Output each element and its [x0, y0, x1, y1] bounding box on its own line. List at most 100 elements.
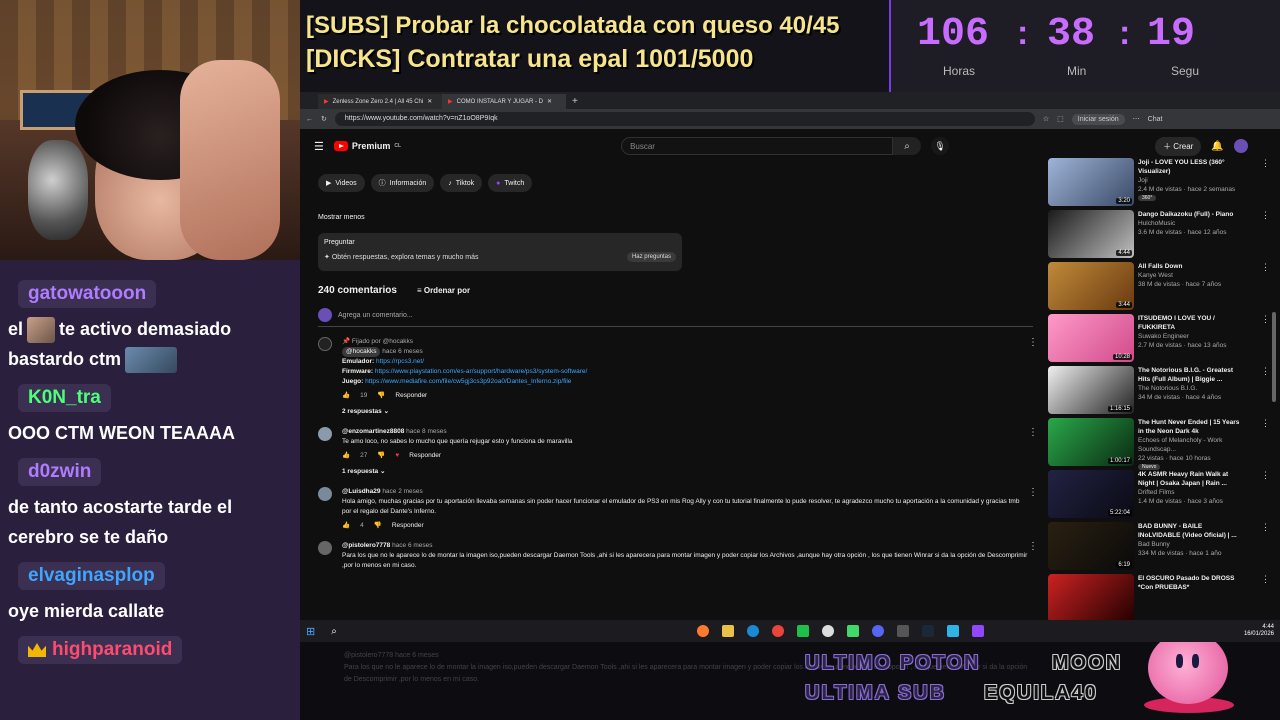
search-icon[interactable]: ⌕	[331, 626, 337, 637]
comment-author[interactable]: @Luisdha29	[342, 488, 381, 495]
video-thumbnail[interactable]: 4:44	[1048, 210, 1134, 258]
close-icon[interactable]: ✕	[547, 98, 552, 105]
app-icon[interactable]	[796, 625, 809, 637]
comment-link[interactable]: https://www.mediafire.com/file/cw5gj3cs3…	[365, 378, 571, 385]
more-icon[interactable]: ⋯	[1133, 115, 1140, 123]
scrollbar[interactable]	[1272, 312, 1276, 402]
video-thumbnail[interactable]: 1:16:15	[1048, 366, 1134, 414]
signin-button[interactable]: Iniciar sesión	[1071, 113, 1125, 125]
avatar[interactable]	[1233, 139, 1248, 153]
video-thumbnail[interactable]: 3:20	[1048, 158, 1134, 206]
video-title[interactable]: The Notorious B.I.G. - Greatest Hits (Fu…	[1138, 366, 1246, 384]
dislike-icon[interactable]: 👎	[377, 391, 385, 401]
video-thumbnail[interactable]: 1:00:17	[1048, 418, 1134, 466]
refresh-icon[interactable]: ↻	[321, 115, 327, 123]
video-title[interactable]: Dango Daikazoku (Full) - Piano	[1138, 210, 1246, 219]
comment-link[interactable]: https://rpcs3.net/	[376, 358, 424, 365]
browser-tab-active[interactable]: ▶ COMO INSTALAR Y JUGAR - D ✕	[442, 94, 566, 109]
video-thumbnail[interactable]: 3:44	[1048, 262, 1134, 310]
video-title[interactable]: All Falls Down	[1138, 262, 1246, 271]
video-title[interactable]: El OSCURO Pasado De DROSS *Con PRUEBAS*	[1138, 574, 1246, 592]
related-video[interactable]: 1:16:15 The Notorious B.I.G. - Greatest H…	[1048, 366, 1270, 418]
link-twitch[interactable]: ● Twitch	[488, 174, 533, 192]
reply-button[interactable]: Responder	[392, 521, 424, 531]
close-icon[interactable]: ✕	[427, 98, 432, 105]
related-video[interactable]: 3:20 Joji - LOVE YOU LESS (360° Visualize…	[1048, 158, 1270, 210]
related-video[interactable]: El OSCURO Pasado De DROSS *Con PRUEBAS* ⋮	[1048, 574, 1270, 620]
steam-icon[interactable]	[921, 625, 934, 637]
comment-author[interactable]: @pistolero7778	[342, 542, 390, 549]
more-icon[interactable]: ⋮	[1261, 262, 1270, 314]
browser-tab[interactable]: ▶ Zenless Zone Zero 2.4 | All 45 Chi ✕	[318, 94, 442, 109]
video-title[interactable]: BAD BUNNY - BAILE INoLVIDABLE (Video Ofi…	[1138, 522, 1246, 540]
chrome-icon[interactable]	[771, 625, 784, 637]
back-icon[interactable]: ←	[306, 116, 313, 123]
sort-button[interactable]: ≡ Ordenar por	[417, 286, 470, 295]
app-icon[interactable]	[896, 625, 909, 637]
more-icon[interactable]: ⋮	[1028, 427, 1038, 438]
more-icon[interactable]: ⋮	[1028, 487, 1038, 498]
search-icon[interactable]: ⌕	[893, 137, 922, 155]
video-thumbnail[interactable]	[1048, 574, 1134, 620]
twitch-icon[interactable]	[971, 625, 984, 637]
like-icon[interactable]: 👍	[342, 521, 350, 531]
related-video[interactable]: 4:44 Dango Daikazoku (Full) - Piano Hulcho…	[1048, 210, 1270, 262]
like-icon[interactable]: 👍	[342, 391, 350, 401]
ask-button[interactable]: Haz preguntas	[626, 252, 676, 262]
related-video[interactable]: 10:28 ITSUDEMO I LOVE YOU / FUKKIRETA Suwa…	[1048, 314, 1270, 366]
reply-button[interactable]: Responder	[395, 391, 427, 401]
system-clock[interactable]: 4:44 16/01/2026	[1244, 624, 1274, 638]
youtube-logo[interactable]: Premium CL	[333, 141, 401, 151]
more-icon[interactable]: ⋮	[1261, 574, 1270, 620]
create-button[interactable]: ＋ Crear	[1155, 136, 1202, 156]
related-video[interactable]: 5:22:04 4K ASMR Heavy Rain Walk at Night …	[1048, 470, 1270, 522]
chat-button[interactable]: Chat	[1148, 116, 1163, 123]
related-video[interactable]: 1:00:17 The Hunt Never Ended | 15 Years i…	[1048, 418, 1270, 470]
comment-link[interactable]: https://www.playstation.com/es-ar/suppor…	[375, 368, 587, 375]
video-title[interactable]: 4K ASMR Heavy Rain Walk at Night | Osaka…	[1138, 470, 1246, 488]
more-icon[interactable]: ⋮	[1028, 337, 1038, 348]
link-videos[interactable]: ▶ Videos	[318, 174, 365, 192]
link-tiktok[interactable]: ♪ Tiktok	[440, 174, 483, 192]
more-icon[interactable]: ⋮	[1261, 366, 1270, 418]
mic-icon[interactable]: 🎙	[931, 137, 950, 155]
url-field[interactable]: https://www.youtube.com/watch?v=nZ1oO8P9…	[334, 112, 1035, 126]
link-info[interactable]: ⓘ Información	[370, 174, 435, 192]
more-icon[interactable]: ⋮	[1261, 522, 1270, 574]
more-icon[interactable]: ⋮	[1261, 210, 1270, 262]
new-tab-icon[interactable]: +	[572, 94, 578, 109]
app-icon[interactable]	[946, 625, 959, 637]
more-icon[interactable]: ⋮	[1261, 470, 1270, 522]
dislike-icon[interactable]: 👎	[377, 451, 385, 461]
windows-icon[interactable]: ⊞	[306, 625, 315, 638]
play-icon[interactable]	[846, 625, 859, 637]
folder-icon[interactable]	[721, 625, 734, 637]
search-input[interactable]: Buscar	[621, 137, 894, 155]
extensions-icon[interactable]: ⬚	[1057, 115, 1064, 123]
more-icon[interactable]: ⋮	[1261, 314, 1270, 366]
video-title[interactable]: The Hunt Never Ended | 15 Years in the N…	[1138, 418, 1246, 436]
like-icon[interactable]: 👍	[342, 451, 350, 461]
menu-icon[interactable]: ☰	[314, 140, 324, 153]
related-video[interactable]: 6:19 BAD BUNNY - BAILE INoLVIDABLE (Video…	[1048, 522, 1270, 574]
video-title[interactable]: ITSUDEMO I LOVE YOU / FUKKIRETA	[1138, 314, 1246, 332]
more-icon[interactable]: ⋮	[1261, 418, 1270, 470]
show-less-button[interactable]: Mostrar menos	[318, 214, 1038, 221]
comment-author[interactable]: @enzomartinez8808	[342, 428, 404, 435]
comment-author[interactable]: @hocakks	[342, 347, 381, 357]
replies-toggle[interactable]: 2 respuestas ⌄	[342, 407, 587, 417]
video-thumbnail[interactable]: 5:22:04	[1048, 470, 1134, 518]
edge-icon[interactable]	[746, 625, 759, 637]
related-video[interactable]: 3:44 All Falls Down Kanye West 38 M de vist…	[1048, 262, 1270, 314]
discord-icon[interactable]	[871, 625, 884, 637]
replies-toggle[interactable]: 1 respuesta ⌄	[342, 467, 573, 477]
add-comment-input[interactable]: Agrega un comentario...	[338, 312, 413, 319]
dislike-icon[interactable]: 👎	[374, 521, 382, 531]
bell-icon[interactable]: 🔔	[1211, 141, 1223, 152]
video-thumbnail[interactable]: 10:28	[1048, 314, 1134, 362]
firefox-icon[interactable]	[696, 625, 709, 637]
more-icon[interactable]: ⋮	[1261, 158, 1270, 210]
video-title[interactable]: Joji - LOVE YOU LESS (360° Visualizer)	[1138, 158, 1246, 176]
reply-button[interactable]: Responder	[409, 451, 441, 461]
star-icon[interactable]: ☆	[1043, 115, 1049, 123]
